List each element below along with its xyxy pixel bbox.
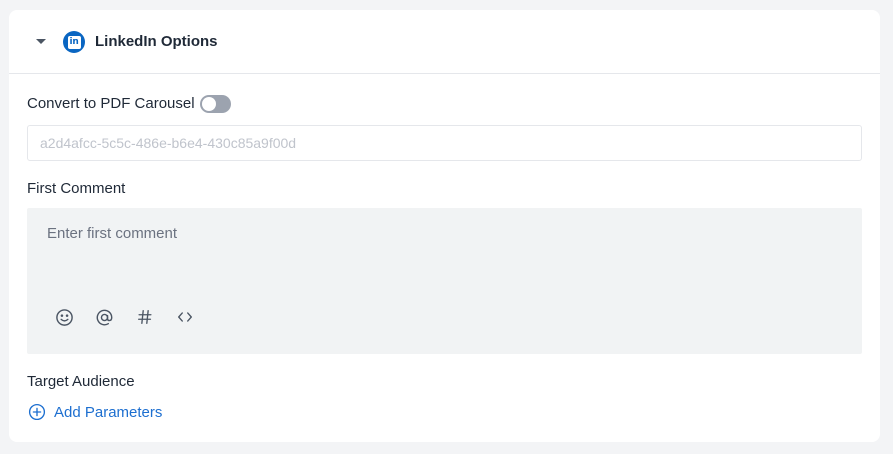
add-circle-icon — [28, 403, 46, 421]
code-icon[interactable] — [175, 307, 195, 327]
id-field[interactable]: a2d4afcc-5c5c-486e-b6e4-430c85a9f00d — [27, 125, 862, 161]
caret-down-icon[interactable] — [36, 39, 46, 44]
hashtag-icon[interactable] — [135, 307, 155, 327]
carousel-label: Convert to PDF Carousel — [27, 95, 195, 112]
first-comment-input[interactable] — [47, 225, 837, 242]
linkedin-icon-glyph: in — [67, 35, 81, 49]
first-comment-box[interactable] — [27, 208, 862, 354]
target-audience-label: Target Audience — [27, 373, 135, 390]
panel-header[interactable]: in LinkedIn Options — [9, 10, 880, 74]
toggle-knob — [202, 97, 216, 111]
linkedin-options-panel: in LinkedIn Options Convert to PDF Carou… — [9, 10, 880, 442]
emoji-icon[interactable] — [54, 307, 74, 327]
first-comment-label: First Comment — [27, 180, 126, 197]
linkedin-icon: in — [63, 31, 85, 53]
mention-icon[interactable] — [94, 307, 114, 327]
carousel-toggle[interactable] — [200, 95, 231, 113]
panel-title: LinkedIn Options — [95, 33, 218, 50]
add-parameters-label: Add Parameters — [54, 403, 163, 421]
add-parameters-button[interactable]: Add Parameters — [28, 402, 162, 422]
